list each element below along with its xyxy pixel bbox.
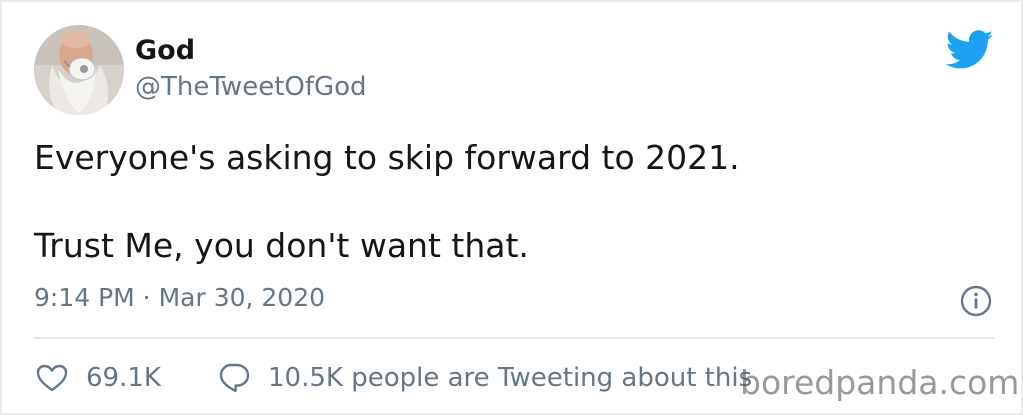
tweet-card: God @TheTweetOfGod Everyone's asking to …	[0, 0, 1023, 415]
conversation-link[interactable]: 10.5K people are Tweeting about this	[218, 358, 752, 398]
like-count: 69.1K	[86, 363, 161, 393]
tweet-text-line-1: Everyone's asking to skip forward to 202…	[34, 138, 740, 177]
heart-icon	[36, 364, 68, 392]
display-name[interactable]: God	[135, 34, 195, 68]
info-icon[interactable]	[960, 285, 992, 317]
user-handle[interactable]: @TheTweetOfGod	[135, 70, 367, 104]
avatar[interactable]	[34, 25, 124, 115]
speech-bubble-icon	[219, 363, 250, 393]
divider	[34, 337, 994, 339]
tweet-text: Everyone's asking to skip forward to 202…	[34, 136, 974, 268]
watermark: boredpanda.com	[740, 363, 1020, 402]
tweet-timestamp[interactable]: 9:14 PM · Mar 30, 2020	[34, 281, 325, 315]
tweet-text-line-2: Trust Me, you don't want that.	[34, 226, 529, 265]
like-button[interactable]: 69.1K	[36, 358, 161, 398]
conversation-text: 10.5K people are Tweeting about this	[268, 363, 753, 393]
twitter-bird-icon[interactable]	[946, 30, 994, 70]
